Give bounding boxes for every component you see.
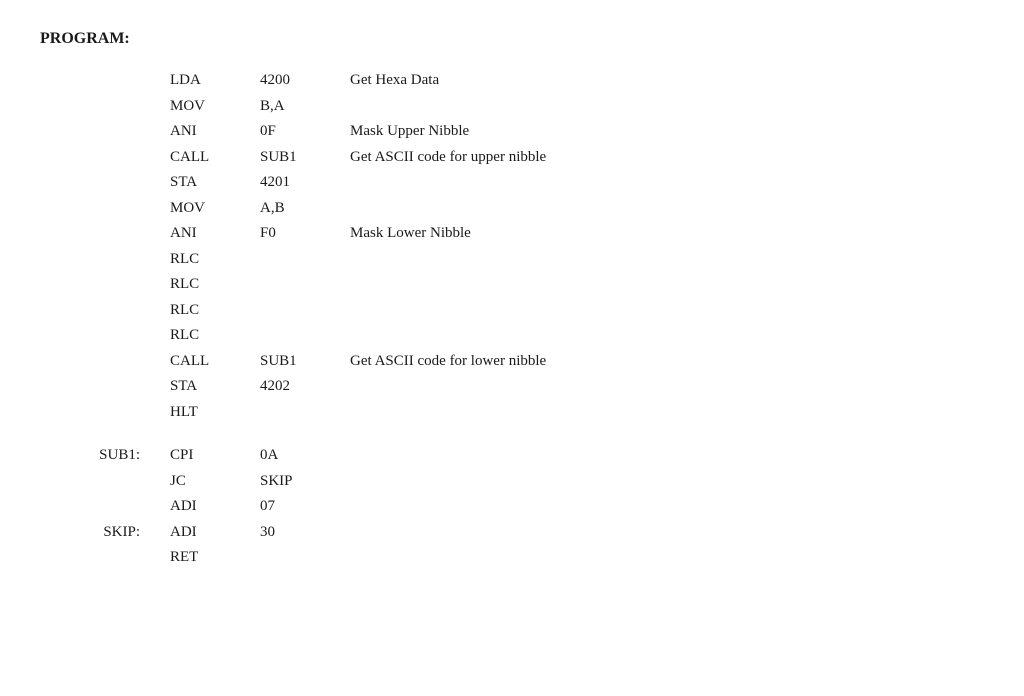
code-row: RET bbox=[40, 545, 984, 571]
mnemonic-col: JC bbox=[160, 469, 260, 495]
code-row: JCSKIP bbox=[40, 469, 984, 495]
operand-col: SKIP bbox=[260, 469, 350, 495]
code-row: HLT bbox=[40, 400, 984, 426]
code-row: MOVA,B bbox=[40, 196, 984, 222]
code-row: ANI0FMask Upper Nibble bbox=[40, 119, 984, 145]
mnemonic-col: ANI bbox=[160, 221, 260, 247]
operand-col: 4202 bbox=[260, 374, 350, 400]
operand-col: SUB1 bbox=[260, 349, 350, 375]
operand-col: 4201 bbox=[260, 170, 350, 196]
label-col: SUB1: bbox=[40, 443, 160, 469]
operand-col: A,B bbox=[260, 196, 350, 222]
mnemonic-col: RLC bbox=[160, 298, 260, 324]
operand-col: B,A bbox=[260, 94, 350, 120]
operand-col: 0F bbox=[260, 119, 350, 145]
mnemonic-col: RLC bbox=[160, 247, 260, 273]
comment-col: Mask Lower Nibble bbox=[350, 221, 471, 247]
mnemonic-col: MOV bbox=[160, 196, 260, 222]
code-row: MOVB,A bbox=[40, 94, 984, 120]
code-row: CALLSUB1Get ASCII code for lower nibble bbox=[40, 349, 984, 375]
code-row: RLC bbox=[40, 247, 984, 273]
code-row: STA4202 bbox=[40, 374, 984, 400]
mnemonic-col: ADI bbox=[160, 494, 260, 520]
comment-col: Get ASCII code for lower nibble bbox=[350, 349, 546, 375]
code-row: CALLSUB1Get ASCII code for upper nibble bbox=[40, 145, 984, 171]
comment-col: Mask Upper Nibble bbox=[350, 119, 469, 145]
mnemonic-col: CALL bbox=[160, 145, 260, 171]
mnemonic-col: ADI bbox=[160, 520, 260, 546]
code-section: LDA4200Get Hexa DataMOVB,AANI0FMask Uppe… bbox=[40, 68, 984, 571]
mnemonic-col: ANI bbox=[160, 119, 260, 145]
page-container: PROGRAM: LDA4200Get Hexa DataMOVB,AANI0F… bbox=[40, 30, 984, 571]
label-col: SKIP: bbox=[40, 520, 160, 546]
code-row: ADI07 bbox=[40, 494, 984, 520]
operand-col: F0 bbox=[260, 221, 350, 247]
code-row: RLC bbox=[40, 298, 984, 324]
code-row: STA4201 bbox=[40, 170, 984, 196]
mnemonic-col: MOV bbox=[160, 94, 260, 120]
operand-col: 07 bbox=[260, 494, 350, 520]
mnemonic-col: CPI bbox=[160, 443, 260, 469]
spacer-row bbox=[40, 425, 984, 443]
comment-col: Get Hexa Data bbox=[350, 68, 439, 94]
mnemonic-col: RET bbox=[160, 545, 260, 571]
mnemonic-col: LDA bbox=[160, 68, 260, 94]
code-row: SUB1:CPI0A bbox=[40, 443, 984, 469]
code-row: LDA4200Get Hexa Data bbox=[40, 68, 984, 94]
mnemonic-col: CALL bbox=[160, 349, 260, 375]
operand-col: 4200 bbox=[260, 68, 350, 94]
code-row: RLC bbox=[40, 323, 984, 349]
operand-col: 30 bbox=[260, 520, 350, 546]
program-heading: PROGRAM: bbox=[40, 30, 984, 48]
operand-col: 0A bbox=[260, 443, 350, 469]
code-row: ANIF0Mask Lower Nibble bbox=[40, 221, 984, 247]
mnemonic-col: STA bbox=[160, 374, 260, 400]
mnemonic-col: HLT bbox=[160, 400, 260, 426]
code-row: SKIP:ADI30 bbox=[40, 520, 984, 546]
mnemonic-col: STA bbox=[160, 170, 260, 196]
operand-col: SUB1 bbox=[260, 145, 350, 171]
comment-col: Get ASCII code for upper nibble bbox=[350, 145, 546, 171]
code-row: RLC bbox=[40, 272, 984, 298]
mnemonic-col: RLC bbox=[160, 272, 260, 298]
mnemonic-col: RLC bbox=[160, 323, 260, 349]
